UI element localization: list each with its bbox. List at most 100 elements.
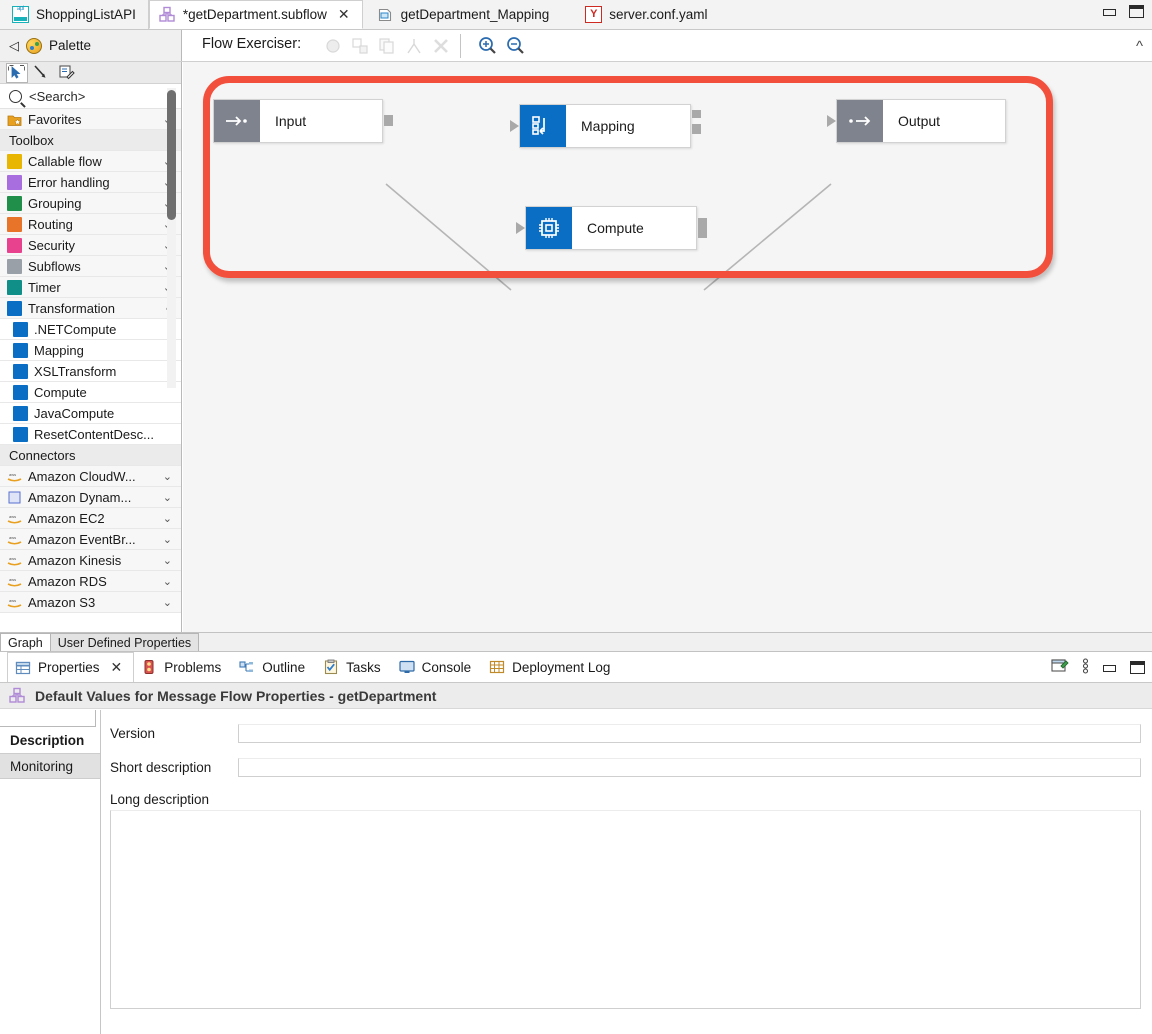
- flow-node-compute[interactable]: Compute: [525, 206, 697, 250]
- tab-outline[interactable]: Outline: [232, 652, 316, 682]
- record-button[interactable]: [322, 35, 344, 57]
- flow-node-output[interactable]: Output: [836, 99, 1006, 143]
- minimize-view-icon[interactable]: [1102, 661, 1117, 674]
- palette-item-javacompute[interactable]: JavaCompute: [0, 403, 181, 424]
- palette-group-subflows[interactable]: Subflows ⌄: [0, 256, 181, 277]
- flow-node-input[interactable]: Input: [213, 99, 383, 143]
- copy-button[interactable]: [376, 35, 398, 57]
- editor-tab-server-conf-yaml[interactable]: server.conf.yaml: [561, 0, 720, 29]
- select-tool[interactable]: [6, 62, 28, 83]
- chevron-down-icon[interactable]: ⌄: [163, 554, 172, 567]
- maximize-icon[interactable]: [1129, 5, 1144, 18]
- routing-icon: [7, 216, 22, 232]
- palette-group-amazon-dynamodb[interactable]: Amazon Dynam... ⌄: [0, 487, 181, 508]
- properties-tab-label: Description: [10, 732, 85, 748]
- close-icon[interactable]: ✕: [111, 659, 123, 676]
- palette-section-toolbox: Toolbox: [0, 130, 181, 151]
- compute-input-terminal[interactable]: [516, 222, 525, 234]
- palette-group-callable-flow[interactable]: Callable flow ⌄: [0, 151, 181, 172]
- properties-tab-monitoring[interactable]: Monitoring: [0, 753, 100, 779]
- tab-user-defined-properties[interactable]: User Defined Properties: [49, 633, 200, 651]
- palette-item-label: ResetContentDesc...: [34, 426, 154, 442]
- tab-problems[interactable]: Problems: [134, 652, 232, 682]
- subflow-icon: [9, 687, 26, 704]
- chevron-down-icon[interactable]: ⌄: [163, 533, 172, 546]
- deploy-button[interactable]: [349, 35, 371, 57]
- chevron-down-icon[interactable]: ⌄: [163, 512, 172, 525]
- palette-group-transformation[interactable]: Transformation ˄: [0, 298, 181, 319]
- clear-button[interactable]: [430, 35, 452, 57]
- tab-console[interactable]: Console: [392, 652, 483, 682]
- output-input-terminal[interactable]: [827, 115, 836, 127]
- flow-node-label: Compute: [587, 220, 644, 236]
- compute-icon: [13, 384, 28, 400]
- editor-tab-label: ShoppingListAPI: [36, 7, 136, 22]
- zoom-out-icon[interactable]: [504, 35, 526, 57]
- palette-search[interactable]: <Search>: [0, 84, 181, 109]
- compute-output-terminal[interactable]: [698, 218, 707, 238]
- palette-scrollbar-thumb[interactable]: [167, 90, 176, 220]
- reset-content-descriptor-icon: [13, 426, 28, 442]
- input-output-terminal[interactable]: [384, 115, 393, 126]
- minimize-icon[interactable]: [1102, 5, 1117, 18]
- palette-group-amazon-s3[interactable]: aws Amazon S3 ⌄: [0, 592, 181, 613]
- chevron-up-icon[interactable]: ^: [1136, 38, 1143, 55]
- svg-text:aws: aws: [9, 598, 16, 603]
- mapping-output-terminal-2[interactable]: [692, 124, 701, 134]
- aws-icon: aws: [7, 469, 22, 484]
- deployment-log-icon: [489, 659, 505, 675]
- view-menu-icon[interactable]: [1082, 658, 1089, 677]
- palette-item-resetcontentdescriptor[interactable]: ResetContentDesc...: [0, 424, 181, 445]
- palette-item-xsltransform[interactable]: XSLTransform: [0, 361, 181, 382]
- palette-item-compute[interactable]: Compute: [0, 382, 181, 403]
- tab-graph[interactable]: Graph: [0, 633, 51, 651]
- editor-tab-getdepartment-subflow[interactable]: *getDepartment.subflow ✕: [148, 0, 363, 29]
- search-input[interactable]: <Search>: [29, 89, 85, 104]
- palette-group-amazon-ec2[interactable]: aws Amazon EC2 ⌄: [0, 508, 181, 529]
- palette-group-label: Transformation: [28, 300, 115, 316]
- palette-group-amazon-kinesis[interactable]: aws Amazon Kinesis ⌄: [0, 550, 181, 571]
- chevron-down-icon[interactable]: ⌄: [163, 470, 172, 483]
- java-compute-icon: [13, 405, 28, 421]
- zoom-in-icon[interactable]: [476, 35, 498, 57]
- palette-group-routing[interactable]: Routing ⌄: [0, 214, 181, 235]
- mapping-input-terminal[interactable]: [510, 120, 519, 132]
- mapping-output-terminal-1[interactable]: [692, 110, 701, 118]
- palette-group-security[interactable]: Security ⌄: [0, 235, 181, 256]
- editor-tab-shoppinglistapi[interactable]: ShoppingListAPI: [0, 0, 149, 29]
- flow-node-mapping[interactable]: Mapping: [519, 104, 691, 148]
- collapse-palette-icon[interactable]: ◁: [9, 38, 19, 54]
- new-properties-view-icon[interactable]: [1051, 658, 1069, 677]
- palette-group-timer[interactable]: Timer ⌄: [0, 277, 181, 298]
- split-button[interactable]: [403, 35, 425, 57]
- editor-tab-bar: ShoppingListAPI *getDepartment.subflow ✕: [0, 0, 1152, 30]
- properties-tab-list: Description Monitoring: [0, 710, 101, 1034]
- palette-group-amazon-rds[interactable]: aws Amazon RDS ⌄: [0, 571, 181, 592]
- palette-item-netcompute[interactable]: .NETCompute: [0, 319, 181, 340]
- chevron-down-icon[interactable]: ⌄: [163, 491, 172, 504]
- flow-canvas[interactable]: Input Mapping Output Compute: [183, 62, 1152, 633]
- properties-form: Version Short description Long descripti…: [101, 710, 1152, 1034]
- palette-group-amazon-cloudwatch[interactable]: aws Amazon CloudW... ⌄: [0, 466, 181, 487]
- note-tool[interactable]: [56, 63, 78, 83]
- palette-item-mapping[interactable]: Mapping: [0, 340, 181, 361]
- tab-properties[interactable]: Properties ✕: [7, 652, 135, 682]
- connection-tool[interactable]: [31, 63, 53, 83]
- version-field[interactable]: [238, 724, 1141, 743]
- grouping-icon: [7, 195, 22, 211]
- palette-group-favorites[interactable]: Favorites ⌄: [0, 109, 181, 130]
- palette-group-label: Favorites: [28, 111, 82, 127]
- chevron-down-icon[interactable]: ⌄: [163, 596, 172, 609]
- properties-tab-description[interactable]: Description: [0, 727, 100, 753]
- short-description-field[interactable]: [238, 758, 1141, 777]
- tab-deployment-log[interactable]: Deployment Log: [482, 652, 621, 682]
- palette-group-error-handling[interactable]: Error handling ⌄: [0, 172, 181, 193]
- palette-group-grouping[interactable]: Grouping ⌄: [0, 193, 181, 214]
- tab-tasks[interactable]: Tasks: [316, 652, 392, 682]
- close-icon[interactable]: ✕: [338, 6, 350, 23]
- long-description-field[interactable]: [110, 810, 1141, 1009]
- maximize-view-icon[interactable]: [1130, 661, 1145, 674]
- editor-tab-getdepartment-mapping[interactable]: getDepartment_Mapping: [362, 0, 562, 29]
- palette-group-amazon-eventbridge[interactable]: aws Amazon EventBr... ⌄: [0, 529, 181, 550]
- chevron-down-icon[interactable]: ⌄: [163, 575, 172, 588]
